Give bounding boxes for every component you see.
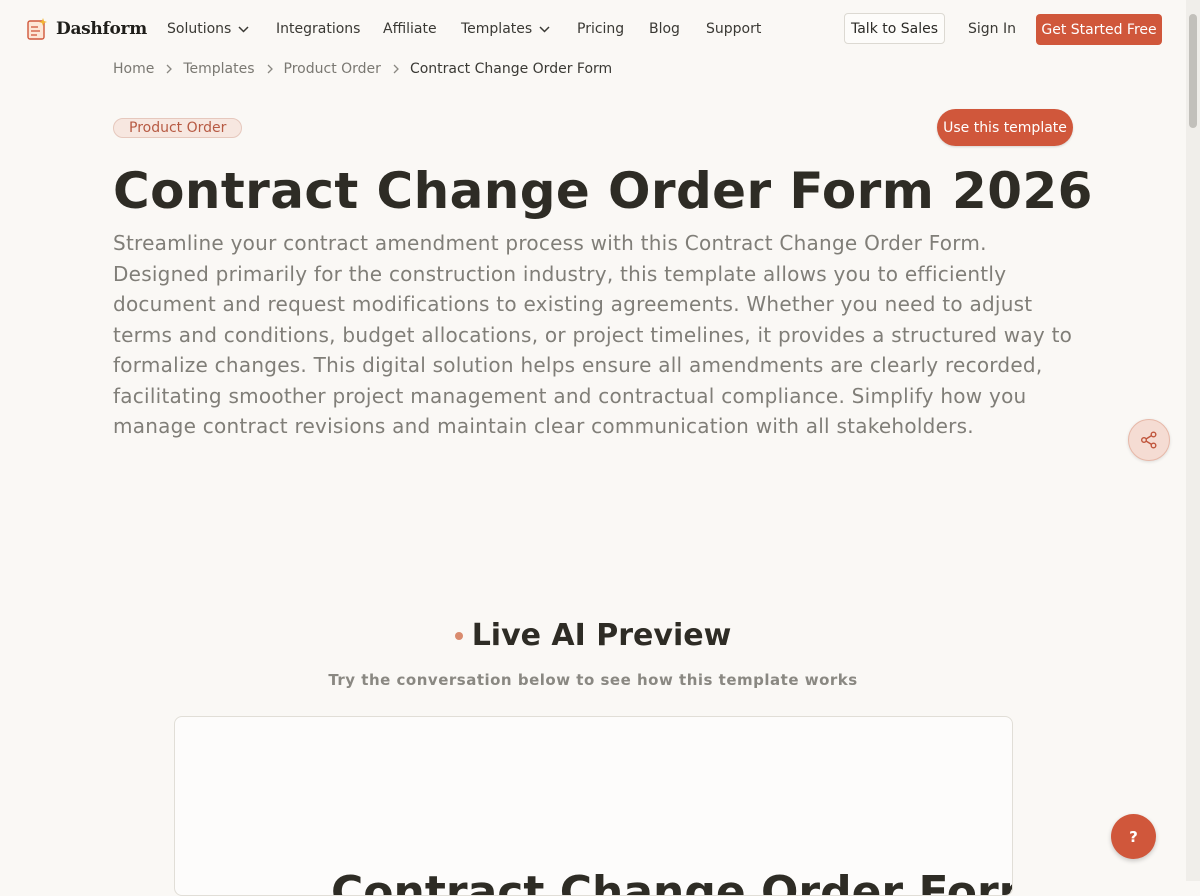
breadcrumb-templates[interactable]: Templates <box>183 61 254 77</box>
logo[interactable]: Dashform <box>26 17 147 41</box>
page-description: Streamline your contract amendment proce… <box>113 231 1073 438</box>
chevron-right-icon <box>267 64 273 74</box>
category-tag[interactable]: Product Order <box>113 118 243 138</box>
logo-text: Dashform <box>56 19 147 39</box>
nav-integrations-label: Integrations <box>276 21 361 37</box>
nav-affiliate-label: Affiliate <box>383 21 437 37</box>
breadcrumb-current: Contract Change Order Form <box>409 61 613 77</box>
live-preview-title: Live AI Preview <box>471 618 732 653</box>
nav-solutions[interactable]: Solutions <box>167 21 249 37</box>
sign-in-link[interactable]: Sign In <box>968 21 1016 37</box>
nav-templates[interactable]: Templates <box>461 21 550 37</box>
page-scrollbar[interactable] <box>1186 0 1200 881</box>
page-title: Contract Change Order Form 2026 <box>113 162 1093 220</box>
nav-blog[interactable]: Blog <box>649 21 680 37</box>
share-button[interactable] <box>1128 419 1170 461</box>
scrollbar-thumb[interactable] <box>1189 14 1197 128</box>
nav-pricing-label: Pricing <box>577 21 625 37</box>
dashform-logo-icon <box>27 18 47 40</box>
nav-templates-label: Templates <box>461 21 533 37</box>
use-template-button[interactable]: Use this template <box>937 109 1073 146</box>
nav-affiliate[interactable]: Affiliate <box>383 21 437 37</box>
nav-integrations[interactable]: Integrations <box>276 21 360 37</box>
live-preview-heading: Live AI Preview <box>0 618 1186 653</box>
breadcrumb-home[interactable]: Home <box>113 61 154 77</box>
chevron-down-icon <box>238 25 249 33</box>
chevron-right-icon <box>166 64 173 74</box>
nav-support[interactable]: Support <box>706 21 761 37</box>
live-preview-panel[interactable]: Contract Change Order Form <box>174 716 1013 896</box>
nav-pricing[interactable]: Pricing <box>577 21 624 37</box>
top-navigation-bar: Dashform Solutions Integrations Affiliat… <box>0 0 1186 60</box>
nav-support-label: Support <box>706 21 762 37</box>
nav-blog-label: Blog <box>649 21 680 37</box>
nav-solutions-label: Solutions <box>167 21 232 37</box>
live-preview-subtitle: Try the conversation below to see how th… <box>328 671 858 689</box>
chevron-right-icon <box>393 64 399 74</box>
talk-to-sales-button[interactable]: Talk to Sales <box>844 13 945 44</box>
breadcrumb-product-order[interactable]: Product Order <box>284 61 381 77</box>
preview-form-title: Contract Change Order Form <box>331 867 1013 896</box>
help-button[interactable]: ? <box>1111 814 1156 859</box>
breadcrumb: Home Templates Product Order Contract Ch… <box>113 61 612 77</box>
share-icon <box>1141 431 1157 449</box>
status-dot-icon <box>454 631 463 640</box>
get-started-button[interactable]: Get Started Free <box>1036 14 1162 45</box>
chevron-down-icon <box>539 25 550 33</box>
